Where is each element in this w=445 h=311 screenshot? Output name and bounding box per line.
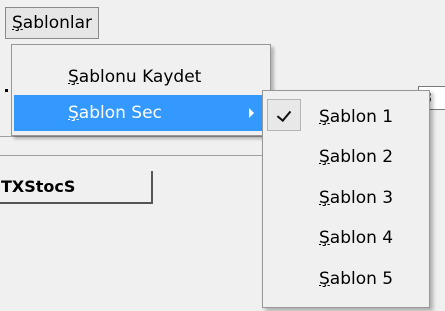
submenu-item-label: ablon 4 [329,228,394,248]
divider-line [0,155,270,156]
separator-dot [5,89,8,92]
submenu-item-label: ablon 3 [329,188,394,208]
submenu-item-accel: Ş [319,107,330,127]
grid-column-header[interactable]: TXStocS [0,171,153,204]
menu-sablonlar-accel: Ş [12,13,23,33]
submenu-item-accel: Ş [319,269,330,289]
divider-line [0,136,270,137]
submenu-arrow-icon [249,108,254,118]
menu-item-label: ablonu Kaydet [78,67,202,87]
menu-item-accel: Ş [68,67,79,87]
sablonlar-dropdown: Şablonu Kaydet Şablon Sec [11,44,271,136]
menu-item-save-template[interactable]: Şablonu Kaydet [14,59,268,95]
menu-sablonlar[interactable]: Şablonlar [5,7,100,39]
menu-item-label: ablon Sec [78,103,162,123]
menu-sablonlar-label: ablonlar [22,13,93,33]
submenu-item-template-4[interactable]: Şablon 4 [267,220,423,256]
submenu-item-accel: Ş [319,147,330,167]
submenu-item-template-1[interactable]: Şablon 1 [267,99,423,135]
submenu-item-template-5[interactable]: Şablon 5 [267,261,423,297]
submenu-item-accel: Ş [319,228,330,248]
template-submenu: Şablon 1 Şablon 2 Şablon 3 Şablon 4 Şabl… [262,90,430,308]
submenu-item-template-2[interactable]: Şablon 2 [267,139,423,175]
menu-item-accel: Ş [68,103,79,123]
menu-bar: Şablonlar [0,0,445,44]
submenu-item-label: ablon 2 [329,147,394,167]
submenu-item-accel: Ş [319,188,330,208]
submenu-item-label: ablon 1 [329,107,394,127]
submenu-item-template-3[interactable]: Şablon 3 [267,180,423,216]
submenu-item-label: ablon 5 [329,269,394,289]
menu-item-select-template[interactable]: Şablon Sec [14,95,268,131]
